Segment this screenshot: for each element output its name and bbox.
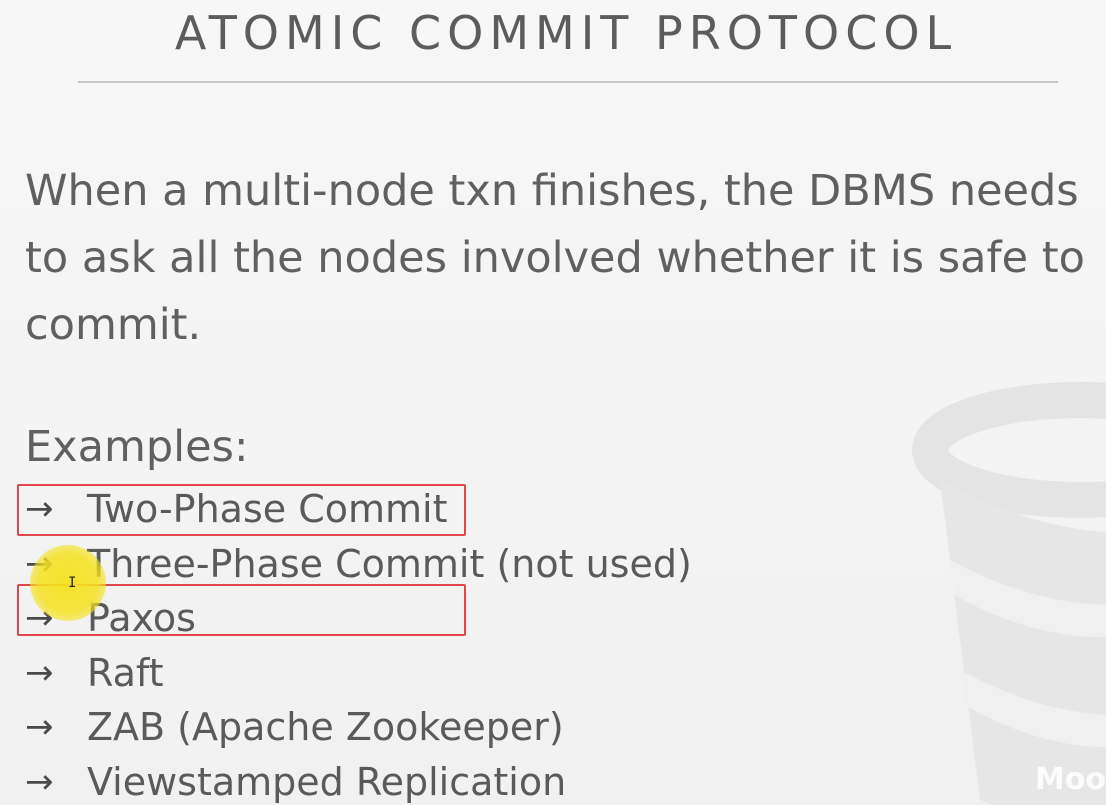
list-item-label: Three-Phase Commit (not used) bbox=[87, 541, 692, 586]
page-title: ATOMIC COMMIT PROTOCOL bbox=[174, 6, 958, 60]
list-item: → Three-Phase Commit (not used) bbox=[25, 537, 692, 592]
arrow-icon: → bbox=[25, 761, 54, 802]
database-cylinder-icon bbox=[912, 382, 1106, 805]
list-item-label: Viewstamped Replication bbox=[87, 759, 567, 804]
list-item: → Viewstamped Replication bbox=[25, 755, 692, 805]
list-item: → Raft bbox=[25, 646, 692, 701]
arrow-icon: → bbox=[25, 707, 54, 748]
slide: ATOMIC COMMIT PROTOCOL When a multi-node… bbox=[0, 0, 1106, 805]
list-item-label: Raft bbox=[87, 650, 164, 695]
text-cursor-icon: I bbox=[68, 575, 77, 591]
arrow-icon: → bbox=[25, 652, 54, 693]
list-item-label: ZAB (Apache Zookeeper) bbox=[87, 705, 564, 750]
title-divider bbox=[78, 81, 1058, 83]
watermark: Moo bbox=[1034, 762, 1106, 797]
body-paragraph: When a multi-node txn finishes, the DBMS… bbox=[25, 166, 1085, 350]
list-item: → ZAB (Apache Zookeeper) bbox=[25, 700, 692, 755]
examples-heading: Examples: bbox=[25, 422, 249, 472]
highlight-box-two-phase-commit bbox=[17, 484, 466, 536]
